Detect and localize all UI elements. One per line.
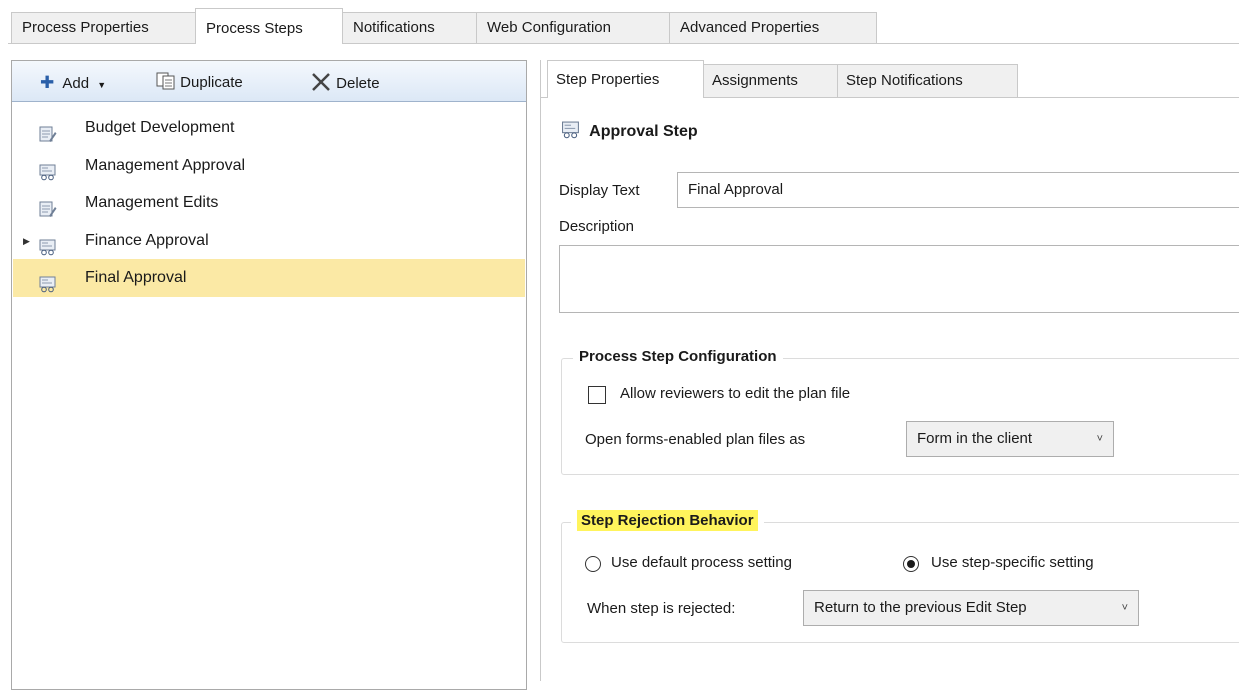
step-item-management-approval[interactable]: Management Approval [13,147,525,185]
chevron-down-icon: ▼ [97,80,107,90]
edit-step-icon [39,195,57,217]
tab-process-properties[interactable]: Process Properties [11,12,196,43]
add-button[interactable]: ✚ Add ▼ [40,72,106,94]
tab-advanced-properties[interactable]: Advanced Properties [669,12,877,43]
add-label: Add [62,75,90,92]
allow-edit-checkbox[interactable] [588,386,606,404]
display-text-value: Final Approval [688,181,784,198]
step-label: Budget Development [85,119,235,136]
tab-web-configuration[interactable]: Web Configuration [476,12,670,43]
approval-step-icon [39,233,57,256]
expand-arrow-icon[interactable]: ▶ [23,222,30,260]
duplicate-button[interactable]: Duplicate [156,72,243,94]
step-rejection-title-text: Step Rejection Behavior [577,510,758,531]
process-step-config-title: Process Step Configuration [573,348,783,365]
tab-step-properties[interactable]: Step Properties [547,60,704,98]
step-type-title: Approval Step [589,123,698,140]
display-text-input[interactable]: Final Approval [677,172,1239,208]
delete-button[interactable]: Delete [310,72,380,94]
duplicate-label: Duplicate [180,74,243,91]
open-forms-label: Open forms-enabled plan files as [585,431,806,448]
open-forms-value: Form in the client [917,430,1033,447]
step-specific-label: Use step-specific setting [931,554,1094,571]
steps-toolbar: ✚ Add ▼ Duplicate Delete [12,61,526,102]
edit-step-icon [39,120,57,142]
approval-step-icon [39,270,57,293]
process-step-config-group [561,358,1239,475]
panel-divider [540,60,541,681]
description-input[interactable] [559,245,1239,313]
step-type-header: Approval Step [561,121,698,143]
default-setting-radio[interactable] [585,556,601,572]
step-label: Management Approval [85,157,246,174]
tab-step-notifications[interactable]: Step Notifications [837,64,1018,97]
plus-icon: ✚ [40,73,55,92]
tab-bar-line [8,43,1239,44]
delete-label: Delete [336,75,380,92]
approval-step-icon [39,158,57,181]
step-item-final-approval[interactable]: Final Approval [13,259,525,297]
step-label: Final Approval [85,269,187,286]
step-label: Management Edits [85,194,219,211]
step-specific-radio[interactable] [903,556,919,572]
tab-process-steps[interactable]: Process Steps [195,8,343,44]
when-rejected-label: When step is rejected: [587,600,736,617]
tab-notifications[interactable]: Notifications [342,12,477,43]
description-label: Description [559,218,635,235]
duplicate-icon [156,72,176,97]
allow-edit-label: Allow reviewers to edit the plan file [620,385,851,402]
default-setting-label: Use default process setting [611,554,792,571]
chevron-down-icon: ˅ [1121,602,1128,614]
chevron-down-icon: ˅ [1096,433,1103,445]
step-item-budget-development[interactable]: Budget Development [13,109,525,147]
step-item-management-edits[interactable]: Management Edits [13,184,525,222]
tab-assignments[interactable]: Assignments [703,64,838,97]
step-rejection-title: Step Rejection Behavior [571,510,764,531]
when-rejected-value: Return to the previous Edit Step [814,599,1027,616]
step-item-finance-approval[interactable]: ▶ Finance Approval [13,222,525,260]
display-text-label: Display Text [559,182,640,199]
step-label: Finance Approval [85,232,209,249]
when-rejected-select[interactable]: Return to the previous Edit Step ˅ [803,590,1139,626]
delete-x-icon [310,72,332,99]
approval-step-icon [561,121,581,143]
open-forms-select[interactable]: Form in the client ˅ [906,421,1114,457]
top-tab-bar: Process Properties Process Steps Notific… [0,0,1239,45]
